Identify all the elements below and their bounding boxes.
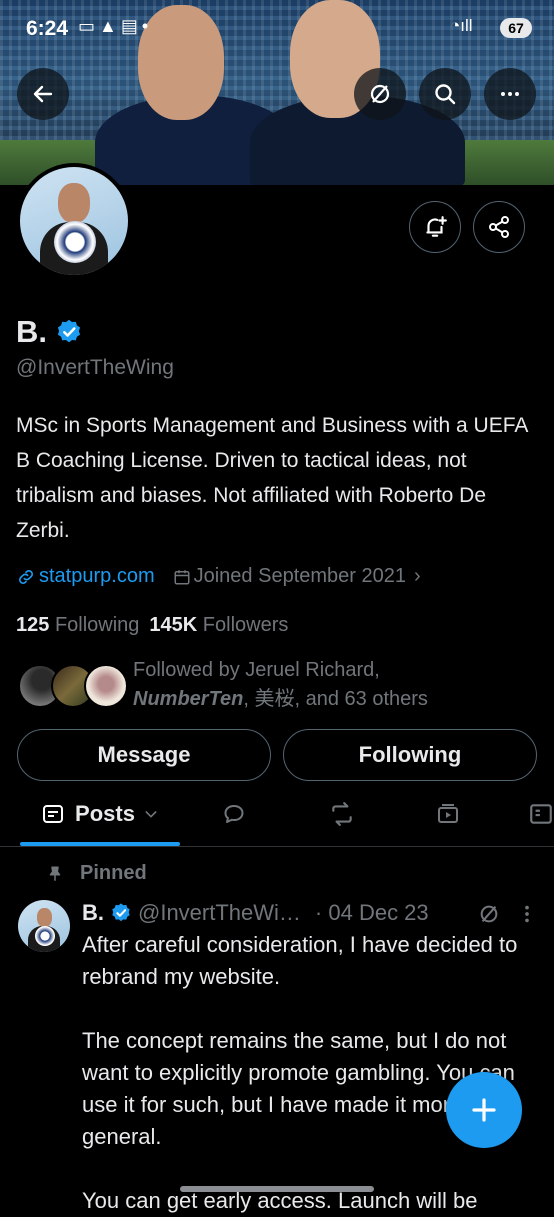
tab-more[interactable] [528,790,554,838]
tweet-text: After careful consideration, I have deci… [82,932,518,1213]
profile-name: B. [16,314,47,349]
tweet-avatar-head [37,908,52,927]
pinned-row: Pinned [46,862,147,885]
tab-posts[interactable]: Posts [20,790,180,838]
following-label: Following [54,614,140,636]
profile-handle: @InvertTheWing [16,356,174,379]
avatar [84,664,128,708]
followed-by-line1: Followed by Jeruel Richard, [133,659,380,681]
pin-icon [49,866,61,881]
followers-link[interactable]: 145K Followers [149,614,288,637]
followed-by-line2: NumberTen, 美桜, and 63 others [133,685,543,714]
article-icon [530,804,552,824]
followed-by-rest: , 美桜, and 63 others [243,688,428,710]
message-button[interactable]: Message [17,729,271,781]
repost-icon [332,802,352,826]
verified-badge-icon [112,903,130,922]
tweet-date[interactable]: · 04 Dec 23 [315,900,429,926]
share-button[interactable] [473,201,525,253]
search-button[interactable] [419,68,471,120]
link-icon [19,569,33,584]
grok-icon [370,84,390,104]
verified-badge-icon [57,319,81,343]
followers-label: Followers [202,614,289,636]
tab-reposts[interactable] [318,790,366,838]
arrow-left-icon [33,85,53,103]
search-icon [435,84,456,105]
grok-icon[interactable] [478,903,500,925]
gesture-bar [180,1186,374,1192]
profile-website-link[interactable]: statpurp.com [39,565,155,588]
tweet-author-name[interactable]: B. [82,900,104,926]
avatar-head [58,183,90,223]
chevron-right-icon[interactable]: › [414,565,421,588]
profile-joined-date: Joined September 2021 [193,565,406,587]
chevron-down-icon [145,811,157,818]
tweet-avatar-ball [35,926,55,946]
followers-count: 145K [149,614,198,636]
notifications-toggle-button[interactable] [409,201,461,253]
more-icon [501,92,519,96]
tabs-divider [0,846,554,847]
notification-icons: ▭▲▤• [78,16,153,36]
battery-indicator: 67 [500,18,532,38]
profile-meta-row: statpurp.com Joined September 2021 › [16,565,421,588]
status-bar: 6:24 ▭▲▤• ◔ıll 67 [0,0,554,56]
tab-media[interactable] [424,790,472,838]
profile-name-row: B. [16,314,83,350]
media-icon [438,804,458,823]
tab-replies[interactable] [210,790,258,838]
plus-icon [472,1098,496,1122]
tweet-more-icon[interactable] [520,903,534,925]
status-time: 6:24 [26,17,69,40]
share-icon [489,216,509,238]
more-button[interactable] [484,68,536,120]
profile-bio: MSc in Sports Management and Business wi… [16,414,528,542]
following-button[interactable]: Following [283,729,537,781]
followed-by-bold: NumberTen [133,688,244,710]
bell-plus-icon [426,216,447,237]
calendar-icon [174,569,190,584]
followed-by-text[interactable]: Followed by Jeruel Richard, NumberTen, 美… [133,656,543,714]
compose-button[interactable] [446,1072,522,1148]
avatar-ball [54,221,96,263]
tab-posts-label: Posts [75,801,135,826]
tweet-header: B. @InvertTheWi… · 04 Dec 23 [82,900,542,926]
following-count: 125 [16,614,50,636]
posts-icon [43,805,64,823]
grok-button[interactable] [354,68,406,120]
following-link[interactable]: 125 Following [16,614,139,637]
follow-stats: 125 Following 145K Followers [16,614,288,637]
wifi-signal-icon: ◔ıll [450,16,473,35]
reply-icon [224,805,244,823]
followed-by-avatars[interactable] [18,660,128,708]
tweet-author-avatar[interactable] [18,900,70,952]
profile-avatar[interactable] [16,163,132,279]
tweet-author-handle[interactable]: @InvertTheWi… [138,900,301,926]
pinned-label: Pinned [80,862,147,884]
back-button[interactable] [17,68,69,120]
